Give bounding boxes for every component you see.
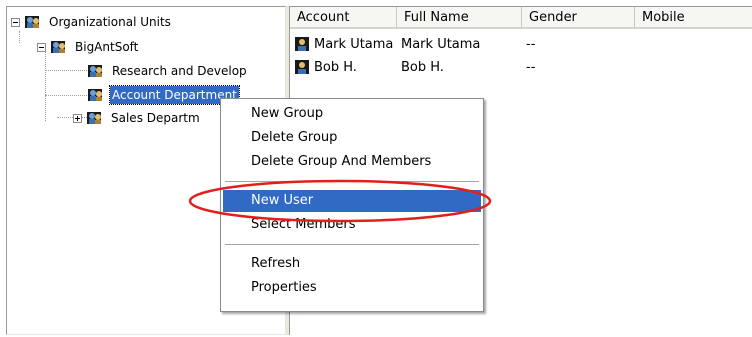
table-row[interactable]: Bob H. Bob H. -- xyxy=(290,57,635,77)
menu-item-new-group[interactable]: New Group xyxy=(223,103,481,125)
context-menu: New Group Delete Group Delete Group And … xyxy=(220,98,484,312)
users-group-icon xyxy=(51,41,65,53)
column-header-gender[interactable]: Gender xyxy=(522,7,635,29)
tree-connector xyxy=(45,49,46,121)
menu-item-refresh[interactable]: Refresh xyxy=(223,253,481,275)
tree-node-label: Research and Develop xyxy=(112,64,247,78)
list-header: Account Full Name Gender Mobile xyxy=(290,7,752,29)
menu-item-properties[interactable]: Properties xyxy=(223,277,481,299)
users-group-icon xyxy=(88,89,102,101)
full-name-cell: Mark Utama xyxy=(401,36,481,52)
menu-item-delete-group-and-members[interactable]: Delete Group And Members xyxy=(223,151,481,173)
tree-node-department[interactable]: Research and Develop xyxy=(87,61,249,81)
collapse-toggle[interactable] xyxy=(37,42,46,52)
tree-connector xyxy=(45,70,87,71)
menu-item-delete-group[interactable]: Delete Group xyxy=(223,127,481,149)
account-cell: Bob H. xyxy=(314,59,357,75)
expand-toggle[interactable] xyxy=(73,113,82,123)
collapse-toggle[interactable] xyxy=(11,17,20,27)
user-icon xyxy=(295,37,309,51)
users-group-icon xyxy=(88,65,102,77)
menu-item-select-members[interactable]: Select Members xyxy=(223,214,481,236)
tree-connector xyxy=(45,95,87,96)
gender-cell: -- xyxy=(526,36,536,52)
tree-node-label: BigAntSoft xyxy=(75,40,139,54)
tree-node-root[interactable]: Organizational Units xyxy=(11,12,173,32)
tree-node-label: Organizational Units xyxy=(49,15,171,29)
column-header-full-name[interactable]: Full Name xyxy=(397,7,522,29)
users-group-icon xyxy=(25,16,39,28)
tree-node-department[interactable]: Account Department xyxy=(87,85,240,105)
menu-item-new-user[interactable]: New User xyxy=(223,190,481,212)
tree-node-label: Sales Departm xyxy=(111,111,200,125)
users-group-icon xyxy=(87,112,101,124)
column-header-mobile[interactable]: Mobile xyxy=(635,7,752,29)
tree-node-company[interactable]: BigAntSoft xyxy=(37,37,140,57)
gender-cell: -- xyxy=(526,59,536,75)
column-header-account[interactable]: Account xyxy=(290,7,397,29)
full-name-cell: Bob H. xyxy=(401,59,444,75)
table-row[interactable]: Mark Utama Mark Utama -- xyxy=(290,34,635,54)
menu-separator xyxy=(225,244,479,245)
account-cell: Mark Utama xyxy=(314,36,394,52)
tree-node-department[interactable]: Sales Departm xyxy=(73,108,202,128)
menu-separator xyxy=(225,181,479,182)
tree-connector xyxy=(19,31,20,43)
user-icon xyxy=(295,60,309,74)
